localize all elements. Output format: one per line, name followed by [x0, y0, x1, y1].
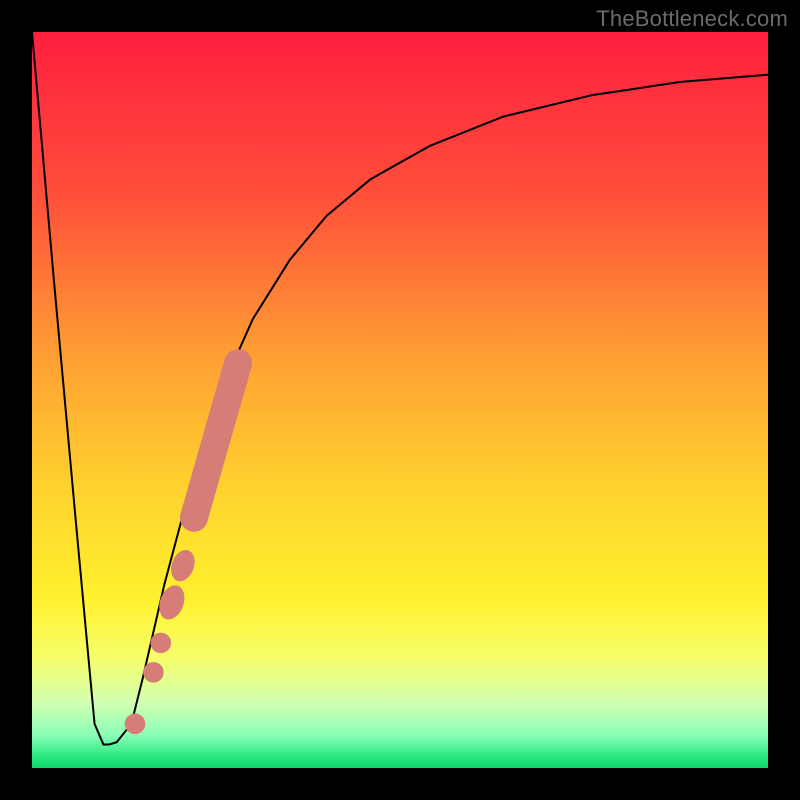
watermark-text: TheBottleneck.com [596, 6, 788, 32]
marker-dot [125, 714, 146, 735]
chart-svg [32, 32, 768, 768]
gradient-background [32, 32, 768, 768]
plot-area [32, 32, 768, 768]
chart-frame: TheBottleneck.com [0, 0, 800, 800]
marker-dot [150, 633, 171, 654]
marker-dot [143, 662, 164, 683]
